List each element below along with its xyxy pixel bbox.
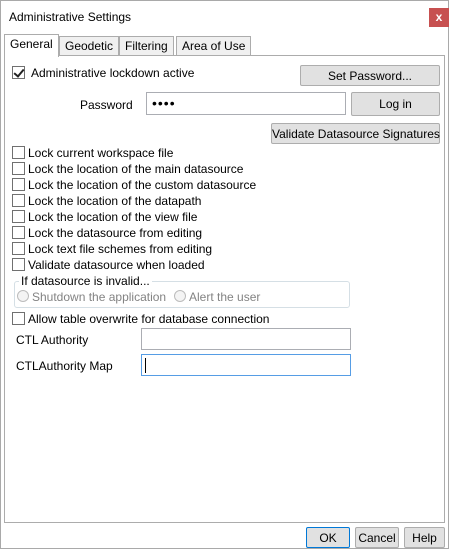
dialog-title: Administrative Settings	[9, 10, 132, 24]
ctl-authority-label: CTL Authority	[16, 333, 89, 347]
lock-custom-datasource-checkbox[interactable]	[12, 178, 25, 191]
shutdown-radio-label: Shutdown the application	[32, 290, 167, 304]
lock-datasource-editing-checkbox[interactable]	[12, 226, 25, 239]
close-icon: x	[435, 10, 443, 24]
lock-custom-datasource-label: Lock the location of the custom datasour…	[28, 178, 257, 192]
validate-datasource-label: Validate datasource when loaded	[28, 258, 205, 272]
lockdown-label: Administrative lockdown active	[31, 66, 195, 80]
tab-area-of-use-label: Area of Use	[182, 39, 246, 53]
validate-signatures-button[interactable]: Validate Datasource Signatures	[271, 123, 440, 144]
help-button[interactable]: Help	[404, 527, 445, 548]
tab-general[interactable]: General	[4, 34, 59, 57]
validate-datasource-checkbox[interactable]	[12, 258, 25, 271]
shutdown-radio[interactable]	[17, 290, 29, 302]
tab-geodetic[interactable]: Geodetic	[59, 36, 120, 56]
tab-filtering[interactable]: Filtering	[119, 36, 174, 56]
alert-user-radio[interactable]	[174, 290, 186, 302]
cancel-button[interactable]: Cancel	[355, 527, 399, 548]
tab-strip: General Geodetic Filtering Area of Use	[4, 34, 444, 57]
allow-overwrite-checkbox[interactable]	[12, 312, 25, 325]
administrative-settings-dialog: Administrative Settings x General Geodet…	[0, 0, 449, 549]
invalid-datasource-group-title: If datasource is invalid...	[19, 274, 152, 288]
tab-general-label: General	[10, 37, 53, 51]
ctl-authority-map-label: CTLAuthority Map	[16, 359, 113, 373]
lock-text-schemes-checkbox[interactable]	[12, 242, 25, 255]
title-bar: Administrative Settings x	[1, 1, 449, 33]
tab-geodetic-label: Geodetic	[65, 39, 114, 53]
allow-overwrite-label: Allow table overwrite for database conne…	[28, 312, 270, 326]
lock-datapath-checkbox[interactable]	[12, 194, 25, 207]
lock-workspace-label: Lock current workspace file	[28, 146, 174, 160]
lock-workspace-checkbox[interactable]	[12, 146, 25, 159]
tab-filtering-label: Filtering	[125, 39, 168, 53]
lock-view-file-checkbox[interactable]	[12, 210, 25, 223]
lock-datapath-label: Lock the location of the datapath	[28, 194, 202, 208]
lock-view-file-label: Lock the location of the view file	[28, 210, 198, 224]
tab-area-of-use[interactable]: Area of Use	[176, 36, 252, 56]
password-label: Password	[80, 98, 133, 112]
close-button[interactable]: x	[429, 8, 449, 27]
lock-main-datasource-label: Lock the location of the main datasource	[28, 162, 244, 176]
ctl-authority-field[interactable]	[141, 328, 351, 350]
set-password-button[interactable]: Set Password...	[300, 65, 440, 86]
alert-user-radio-label: Alert the user	[189, 290, 261, 304]
lock-main-datasource-checkbox[interactable]	[12, 162, 25, 175]
lockdown-checkbox[interactable]	[12, 66, 25, 79]
ok-button[interactable]: OK	[306, 527, 350, 548]
password-field[interactable]: ••••	[146, 92, 346, 115]
lock-text-schemes-label: Lock text file schemes from editing	[28, 242, 213, 256]
ctl-authority-map-field[interactable]	[141, 354, 351, 376]
login-button[interactable]: Log in	[351, 92, 440, 116]
lock-datasource-editing-label: Lock the datasource from editing	[28, 226, 203, 240]
text-caret	[145, 358, 146, 373]
